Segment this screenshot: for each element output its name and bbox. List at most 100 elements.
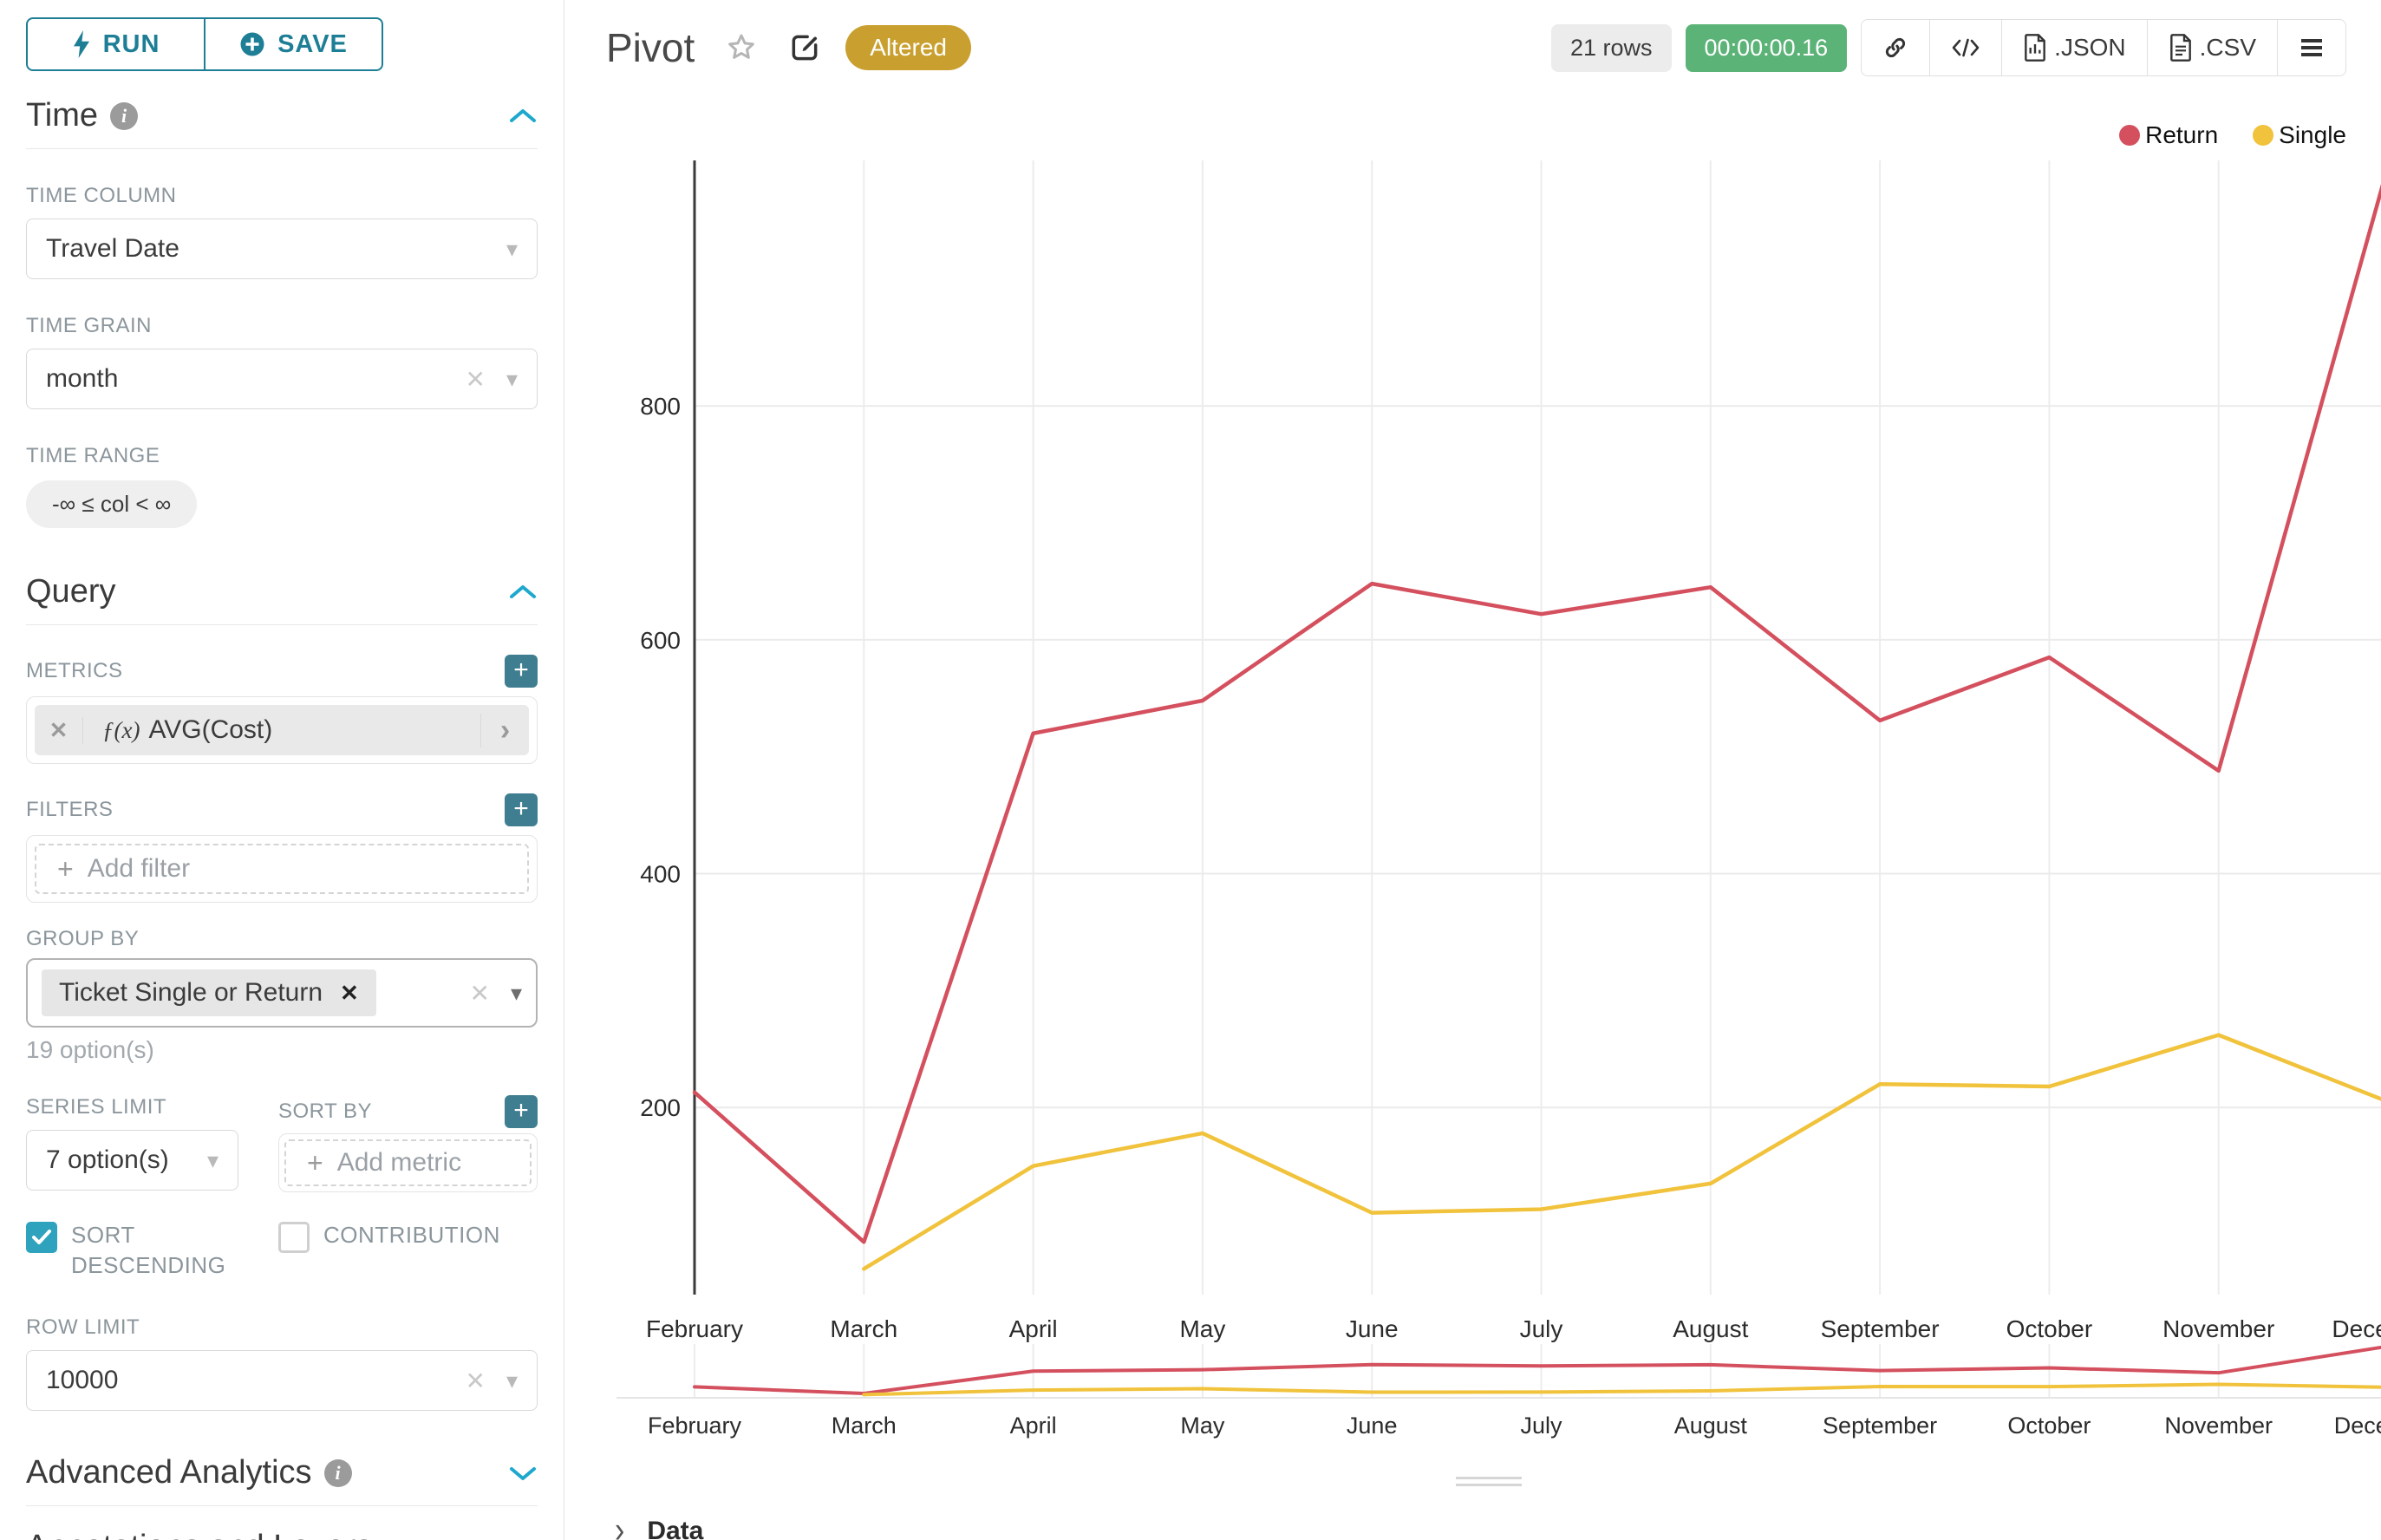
function-icon: ƒ(x)	[102, 717, 140, 744]
chevron-up-icon[interactable]	[508, 107, 538, 126]
query-section-header[interactable]: Query	[26, 573, 538, 625]
svg-text:September: September	[1821, 1315, 1940, 1342]
sort-by-label: SORT BY	[278, 1100, 372, 1124]
caret-down-icon: ▾	[506, 236, 518, 263]
add-metric-plus-button[interactable]: +	[505, 655, 538, 688]
group-by-select[interactable]: Ticket Single or Return ✕ ✕ ▾	[26, 958, 538, 1028]
svg-text:December: December	[2334, 1413, 2381, 1439]
time-section-title: Time	[26, 97, 98, 134]
svg-text:March: March	[830, 1315, 897, 1342]
chart-panel: Pivot Altered 21 rows 00:00:00.16	[564, 0, 2381, 1540]
chevron-up-icon[interactable]	[508, 583, 538, 602]
info-icon: i	[110, 102, 138, 130]
metric-pill[interactable]: ✕ ƒ(x) AVG(Cost) ›	[35, 705, 529, 755]
query-section-title: Query	[26, 573, 115, 610]
plus-icon: +	[307, 1147, 323, 1179]
row-limit-select[interactable]: 10000 ✕ ▾	[26, 1350, 538, 1411]
add-filter-label: Add filter	[88, 854, 190, 884]
sort-descending-checkbox[interactable]	[26, 1222, 57, 1253]
metric-value: AVG(Cost)	[148, 715, 480, 745]
chevron-right-icon: ›	[615, 1510, 624, 1540]
remove-tag-icon[interactable]: ✕	[340, 980, 359, 1007]
caret-down-icon: ▾	[511, 980, 522, 1007]
contribution-checkbox[interactable]	[278, 1222, 310, 1253]
chevron-down-icon[interactable]	[508, 1464, 538, 1483]
plus-circle-icon	[239, 31, 265, 57]
plus-icon: +	[57, 853, 74, 885]
time-section-header[interactable]: Time i	[26, 97, 538, 149]
remove-metric-icon[interactable]: ✕	[35, 717, 83, 744]
advanced-analytics-section-header[interactable]: Advanced Analytics i	[26, 1454, 538, 1506]
svg-text:September: September	[1823, 1413, 1937, 1439]
svg-text:April: April	[1010, 1413, 1057, 1439]
group-by-tag-label: Ticket Single or Return	[59, 978, 323, 1008]
panel-resize-handle[interactable]	[1456, 1472, 1522, 1491]
add-filter-button[interactable]: + Add filter	[35, 844, 529, 894]
caret-down-icon: ▾	[506, 366, 518, 393]
sort-by-control: + Add metric	[278, 1133, 538, 1192]
svg-text:October: October	[2006, 1315, 2093, 1342]
clear-icon[interactable]: ✕	[469, 979, 489, 1008]
group-by-options-hint: 19 option(s)	[26, 1036, 538, 1064]
time-column-label: TIME COLUMN	[26, 184, 538, 208]
check-icon	[31, 1229, 52, 1246]
annotations-section-header[interactable]: Annotations and Layers	[26, 1529, 538, 1540]
explore-view: RUN SAVE Time i TIME COLUMN Travel Date …	[0, 0, 2381, 1540]
lightning-icon	[72, 30, 91, 58]
add-metric-label: Add metric	[337, 1148, 461, 1178]
svg-text:April: April	[1009, 1315, 1058, 1342]
time-grain-label: TIME GRAIN	[26, 314, 538, 338]
time-column-select[interactable]: Travel Date ▾	[26, 219, 538, 279]
svg-text:November: November	[2164, 1413, 2273, 1439]
chart-canvas[interactable]: 200400600800FebruaryMarchAprilMayJuneJul…	[564, 0, 2381, 1540]
add-filter-plus-button[interactable]: +	[505, 793, 538, 826]
save-button-label: SAVE	[277, 30, 348, 59]
svg-text:November: November	[2162, 1315, 2274, 1342]
svg-text:June: June	[1346, 1315, 1399, 1342]
clear-icon[interactable]: ✕	[465, 1367, 485, 1395]
contribution-label: CONTRIBUTION	[323, 1220, 500, 1281]
svg-text:December: December	[2332, 1315, 2381, 1342]
advanced-analytics-title: Advanced Analytics	[26, 1454, 312, 1491]
svg-text:March: March	[832, 1413, 897, 1439]
add-sort-metric-button[interactable]: + Add metric	[284, 1139, 532, 1186]
filters-control: + Add filter	[26, 835, 538, 903]
time-grain-select[interactable]: month ✕ ▾	[26, 349, 538, 409]
time-grain-value: month	[46, 364, 465, 394]
row-limit-value: 10000	[46, 1366, 465, 1395]
data-section-label: Data	[647, 1517, 703, 1540]
time-range-label: TIME RANGE	[26, 444, 538, 468]
series-limit-select[interactable]: 7 option(s) ▾	[26, 1130, 238, 1191]
sort-descending-control[interactable]: SORT DESCENDING	[26, 1220, 278, 1281]
time-range-value[interactable]: -∞ ≤ col < ∞	[26, 480, 197, 528]
group-by-label: GROUP BY	[26, 927, 538, 951]
svg-text:October: October	[2007, 1413, 2091, 1439]
metrics-control: ✕ ƒ(x) AVG(Cost) ›	[26, 696, 538, 764]
filters-label: FILTERS	[26, 798, 113, 822]
line-chart[interactable]: 200400600800FebruaryMarchAprilMayJuneJul…	[564, 0, 2381, 1540]
svg-text:200: 200	[640, 1094, 681, 1121]
svg-text:August: August	[1674, 1413, 1748, 1439]
sort-descending-label: SORT DESCENDING	[71, 1220, 278, 1281]
svg-text:July: July	[1520, 1315, 1563, 1342]
contribution-control[interactable]: CONTRIBUTION	[278, 1220, 500, 1281]
run-save-button-group: RUN SAVE	[26, 17, 383, 71]
run-button[interactable]: RUN	[28, 19, 204, 69]
svg-text:June: June	[1347, 1413, 1398, 1439]
caret-down-icon: ▾	[506, 1367, 518, 1394]
row-limit-label: ROW LIMIT	[26, 1315, 538, 1340]
control-panel-sidebar: RUN SAVE Time i TIME COLUMN Travel Date …	[0, 0, 564, 1540]
clear-icon[interactable]: ✕	[465, 365, 485, 394]
svg-text:July: July	[1520, 1413, 1562, 1439]
add-sort-metric-plus-button[interactable]: +	[505, 1095, 538, 1128]
data-section-toggle[interactable]: › Data	[615, 1514, 703, 1540]
save-button[interactable]: SAVE	[204, 19, 382, 69]
svg-text:May: May	[1180, 1413, 1225, 1439]
time-column-value: Travel Date	[46, 234, 506, 264]
chevron-right-icon[interactable]: ›	[480, 714, 529, 747]
svg-text:600: 600	[640, 627, 681, 654]
info-icon: i	[324, 1459, 352, 1487]
caret-down-icon: ▾	[207, 1147, 219, 1174]
svg-text:800: 800	[640, 393, 681, 420]
run-button-label: RUN	[103, 30, 160, 59]
